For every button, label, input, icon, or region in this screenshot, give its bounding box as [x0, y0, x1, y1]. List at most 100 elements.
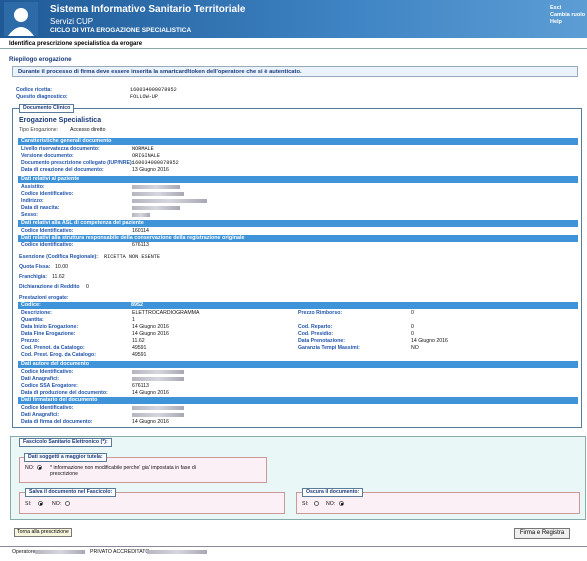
salva-si-label: SI:: [25, 501, 32, 507]
prestazione-right-label-0: Prezzo Rimborso:: [298, 310, 343, 316]
footer-divider: [0, 546, 587, 547]
operatore-redacted: [35, 550, 85, 554]
documento-clinico-legend: Documento Clinico: [19, 104, 75, 113]
prestazione-left-label-4: Prezzo:: [21, 338, 40, 344]
data-nascita-label: Data di nascita:: [21, 205, 60, 211]
prestazione-left-value-2: 14 Giugno 2016: [132, 324, 169, 330]
app-subtitle: Servizi CUP: [50, 17, 94, 26]
prestazione-left-value-1: 1: [132, 317, 135, 323]
prestazione-left-label-5: Cod. Prenot. da Catalogo:: [21, 345, 85, 351]
quota-value: 10.00: [55, 264, 68, 270]
salva-si-radio[interactable]: [38, 501, 43, 506]
franchigia-label: Franchigia:: [19, 274, 47, 280]
riservatezza-label: Livello riservatezza documento:: [21, 146, 100, 152]
salva-no-label: NO:: [52, 501, 62, 507]
data-produzione-label: Data di produzione del documento:: [21, 390, 108, 396]
prescrizione-collegata-label: Documento prescrizione collegato (IUP/NR…: [21, 160, 134, 166]
esenzione-label: Esenzione (Codifica Regionale):: [19, 254, 98, 260]
prestazioni-label: Prestazioni erogate:: [19, 295, 69, 301]
data-firma-value: 14 Giugno 2016: [132, 419, 169, 425]
autore-anagrafici-redacted: [132, 377, 184, 381]
firmatario-anagrafici-label: Dati Anagrafici:: [21, 412, 60, 418]
struttura-redacted: [147, 550, 207, 554]
data-creazione-value: 13 Giugno 2016: [132, 167, 169, 173]
fse-legend: Fascicolo Sanitario Elettronico (*):: [19, 438, 112, 447]
oscura-no-radio[interactable]: [339, 501, 344, 506]
prestazione-right-value-0: 0: [411, 310, 414, 316]
oscura-si-label: SI:: [302, 501, 309, 507]
logout-link[interactable]: Esci: [550, 5, 561, 11]
prestazione-right-label-4: Data Prenotazione:: [298, 338, 345, 344]
oscura-no-label: NO:: [326, 501, 336, 507]
autore-header: Dati autore del documento: [18, 361, 578, 368]
prestazione-left-value-4: 11.62: [132, 338, 145, 344]
prestazione-right-label-3: Cod. Presidio:: [298, 331, 334, 337]
prestazione-codice-label: Codice:: [21, 302, 41, 308]
tutela-note: * informazione non modificabile perche' …: [50, 465, 196, 477]
documento-clinico-frame: [12, 108, 582, 428]
operatore-label: Operatore: [12, 549, 36, 555]
prestazione-left-label-1: Quantita:: [21, 317, 44, 323]
asl-codice-label: Codice Identificativo:: [21, 228, 74, 234]
prestazione-right-value-4: 14 Giugno 2016: [411, 338, 448, 344]
struttura-codice-value: 676113: [132, 242, 149, 248]
tutela-legend: Dati soggetti a maggior tutela:: [24, 453, 107, 462]
tipo-erogazione-label: Tipo Erogazione:: [19, 127, 59, 133]
assistito-label: Assistito:: [21, 184, 45, 190]
smartcard-notice: Durante il processo di firma deve essere…: [12, 66, 578, 77]
prestazione-right-label-5: Garanzia Tempi Massimi:: [298, 345, 360, 351]
firmatario-header: Dati firmatario del documento: [18, 397, 578, 404]
franchigia-value: 11.62: [52, 274, 65, 280]
codice-ricetta-value: 160034000078952: [130, 87, 177, 93]
firmatario-codice-label: Codice Identificativo:: [21, 405, 74, 411]
codice-paziente-redacted: [132, 192, 184, 196]
asl-header: Dati relativi alla ASL di competenza del…: [18, 220, 578, 227]
prestazione-left-label-3: Data Fine Erogazione:: [21, 331, 76, 337]
torna-prescrizione-button[interactable]: Torna alla prescrizione: [14, 528, 72, 537]
quota-label: Quota Fissa:: [19, 264, 51, 270]
quesito-value: FOLLOW-UP: [130, 94, 159, 100]
versione-value: ORIGINALE: [132, 153, 161, 159]
prestazione-left-value-3: 14 Giugno 2016: [132, 331, 169, 337]
ssa-label: Codice SSA Erogatore:: [21, 383, 78, 389]
asl-codice-value: 160114: [132, 228, 149, 234]
app-section: CICLO DI VITA EROGAZIONE SPECIALISTICA: [50, 27, 192, 34]
prestazione-left-label-6: Cod. Prest. Erog. da Catalogo:: [21, 352, 96, 358]
reddito-label: Dichiarazione di Reddito: [19, 284, 80, 290]
codice-paziente-label: Codice identificativo:: [21, 191, 74, 197]
page-title: Identifica prescrizione specialistica da…: [0, 41, 587, 49]
struttura-codice-label: Codice identificativo:: [21, 242, 74, 248]
esenzione-value: RICETTA NON ESENTE: [104, 254, 161, 260]
salva-no-radio[interactable]: [65, 501, 70, 506]
quesito-label: Quesito diagnostico:: [16, 94, 68, 100]
tipo-erogazione-value: Accesso diretto: [70, 127, 106, 133]
autore-codice-redacted: [132, 370, 184, 374]
reddito-value: 0: [86, 284, 89, 290]
ssa-value: 676113: [132, 383, 149, 389]
prestazione-left-value-0: ELETTROCARDIOGRAMMA: [132, 310, 200, 316]
oscura-si-radio[interactable]: [314, 501, 319, 506]
change-role-link[interactable]: Cambia ruolo: [550, 12, 585, 18]
salva-legend: Salva il documento nel Fascicolo:: [25, 488, 117, 497]
help-link[interactable]: Help: [550, 19, 562, 25]
data-produzione-value: 14 Giugno 2016: [132, 390, 169, 396]
indirizzo-redacted: [132, 199, 207, 203]
prestazione-right-value-2: 0: [411, 324, 414, 330]
erogazione-title: Erogazione Specialistica: [19, 117, 102, 124]
indirizzo-label: Indirizzo:: [21, 198, 44, 204]
prestazione-left-value-6: 49591: [132, 352, 147, 358]
prestazione-header: Codice: 8952: [18, 302, 578, 309]
firma-registra-button[interactable]: Firma e Registra: [514, 528, 570, 539]
paziente-header: Dati relativi al paziente: [18, 176, 578, 183]
data-creazione-label: Data di creazione del documento:: [21, 167, 104, 173]
prestazione-right-label-2: Cod. Reparto:: [298, 324, 333, 330]
prestazione-right-value-5: NO: [411, 345, 419, 351]
app-header: Sistema Informativo Sanitario Territoria…: [0, 0, 587, 38]
app-logo-icon: [4, 2, 38, 36]
autore-codice-label: Codice Identificativo:: [21, 369, 74, 375]
oscura-legend: Oscura il documento:: [302, 488, 364, 497]
prestazione-codice-value: 8952: [131, 302, 143, 308]
prestazione-left-label-2: Data Inizio Erogazione:: [21, 324, 79, 330]
assistito-redacted: [132, 185, 180, 189]
data-firma-label: Data di firma del documento:: [21, 419, 93, 425]
